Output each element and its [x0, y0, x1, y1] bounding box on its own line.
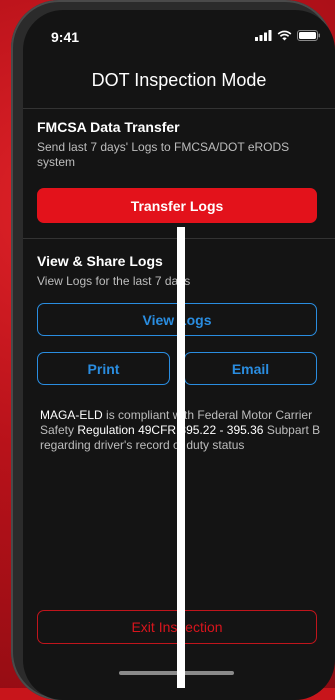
- battery-icon: [297, 30, 320, 41]
- status-icons: [255, 30, 321, 41]
- status-time: 9:41: [51, 29, 80, 45]
- page-title: DOT Inspection Mode: [91, 70, 267, 90]
- email-button[interactable]: Email: [184, 352, 317, 385]
- fmcsa-section-title: FMCSA Data Transfer: [37, 119, 180, 135]
- signal-icon: [255, 30, 272, 41]
- status-bar: 9:41: [23, 10, 335, 54]
- regulation-reference: Regulation 49CFR 395.22 - 395.36: [77, 423, 264, 437]
- app-name: MAGA-ELD: [40, 408, 103, 422]
- wifi-icon: [277, 30, 292, 41]
- overlay-vertical-bar: [177, 227, 185, 688]
- fmcsa-section-description: Send last 7 days' Logs to FMCSA/DOT eROD…: [37, 140, 290, 169]
- header-divider: [23, 108, 335, 109]
- transfer-logs-button[interactable]: Transfer Logs: [37, 188, 317, 223]
- print-button[interactable]: Print: [37, 352, 170, 385]
- view-share-section-title: View & Share Logs: [37, 253, 163, 269]
